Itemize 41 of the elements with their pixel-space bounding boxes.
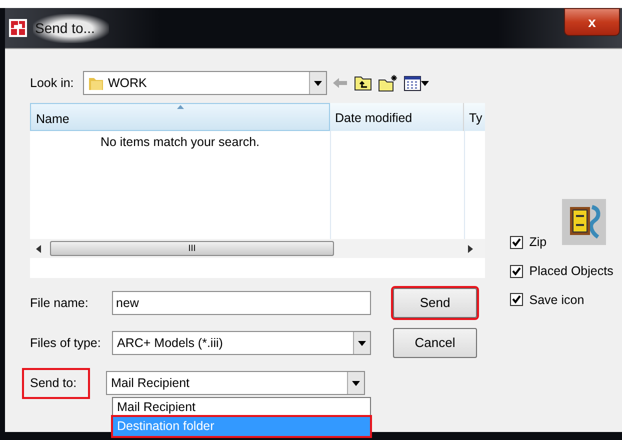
field-label: Files of type: [30,334,102,352]
file-name-field[interactable]: new [112,291,371,315]
caret-icon [421,80,429,86]
column-header[interactable]: Date modified [330,103,464,131]
send-to-combo[interactable]: Mail Recipient [106,371,365,396]
checkmark-icon [512,295,521,304]
empty-message: No items match your search. [99,134,261,151]
up-folder-icon[interactable] [354,75,372,91]
checkbox[interactable] [510,236,523,249]
checkbox-label[interactable]: Zip [529,233,547,252]
scrollbar-thumb[interactable]: III [50,241,334,256]
checkbox-label[interactable]: Placed Objects [529,262,614,280]
close-button[interactable]: x [564,8,620,36]
caret-icon [358,340,366,346]
dropdown-option[interactable]: Mail Recipient [113,398,370,417]
column-header[interactable]: Name [30,103,330,131]
send-button[interactable]: Send [393,288,477,318]
caret-icon [352,380,360,386]
checkmark-icon [512,238,521,247]
caret-icon [314,80,322,86]
file-type-combo[interactable]: ARC+ Models (*.iii) [112,331,371,355]
scroll-left-icon[interactable] [36,244,41,252]
look-in-combo[interactable]: WORK [83,71,327,95]
column-header[interactable]: Ty [464,103,485,131]
checkbox[interactable] [510,293,523,306]
field-label: File name: [30,294,90,312]
view-menu-icon[interactable] [404,76,429,90]
horizontal-scrollbar[interactable]: III [30,239,485,258]
scroll-right-icon[interactable] [468,244,473,252]
combo-value: WORK [108,74,147,92]
field-label: Send to: [24,370,88,397]
checkbox[interactable] [510,264,523,278]
field-label: Look in: [30,74,75,92]
folder-icon [88,75,104,91]
checkmark-icon [512,266,521,276]
sort-arrow-icon [177,105,184,109]
zip-archive-icon [562,199,606,245]
app-logo-icon [9,19,27,37]
checkbox-label[interactable]: Save icon [529,290,584,310]
cancel-button[interactable]: Cancel [393,328,477,358]
new-folder-icon[interactable] [378,74,398,92]
